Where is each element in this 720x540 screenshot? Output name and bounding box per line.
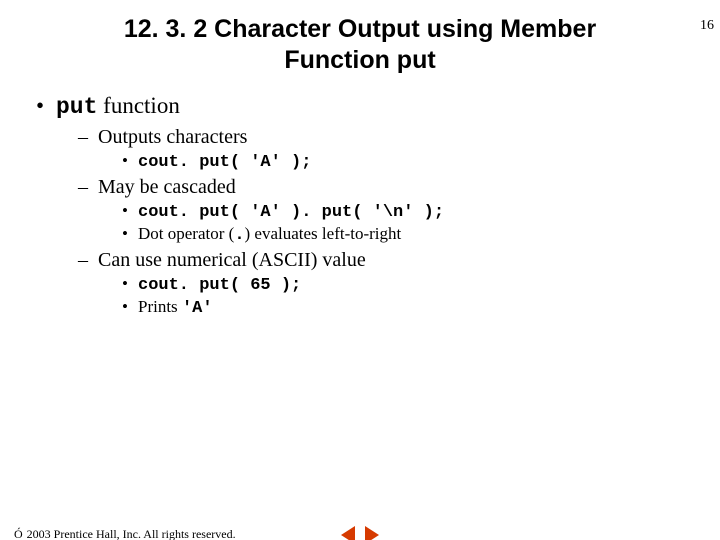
bullet-text: Outputs characters [98,126,247,149]
copyright-text: 2003 Prentice Hall, Inc. All rights rese… [27,527,236,540]
bullet-level3: • Prints 'A' [122,297,720,318]
copyright: Ó 2003 Prentice Hall, Inc. All rights re… [14,527,236,540]
bullet-dot-icon: • [122,297,138,317]
code-line: cout. put( 65 ); [138,276,301,295]
bullet-level2: – Can use numerical (ASCII) value [78,249,720,272]
bullet-dot-icon: • [122,201,138,221]
bullet-dot-icon: • [122,151,138,171]
code-inline: . [234,226,244,245]
bullet-text: May be cascaded [98,176,236,199]
bullet-level3: • Dot operator (.) evaluates left-to-rig… [122,224,720,245]
bullet-level2: – May be cascaded [78,176,720,199]
prev-arrow-icon[interactable] [341,526,355,540]
next-arrow-icon[interactable] [365,526,379,540]
nav-arrows [341,526,379,540]
code-line: cout. put( 'A' ); [138,153,311,172]
bullet-level3: • cout. put( 65 ); [122,274,720,295]
bullet-level1: • put function [36,93,720,120]
bullet-dot-icon: • [122,224,138,244]
text-inline: Dot operator ( [138,224,234,243]
page-number: 16 [700,18,714,34]
bullet-text: put function [56,93,180,120]
text-inline: function [97,93,179,118]
code-line: cout. put( 'A' ). put( '\n' ); [138,203,444,222]
text-inline: Prints [138,297,182,316]
slide-body: • put function – Outputs characters • co… [0,93,720,318]
bullet-dot-icon: • [36,93,56,119]
bullet-text: Prints 'A' [138,297,213,318]
bullet-dot-icon: • [122,274,138,294]
slide-title: 12. 3. 2 Character Output using Member F… [0,14,720,77]
bullet-level3: • cout. put( 'A' ). put( '\n' ); [122,201,720,222]
copyright-symbol: Ó [14,527,23,540]
code-inline: put [56,94,97,120]
bullet-text: Can use numerical (ASCII) value [98,249,366,272]
bullet-text: Dot operator (.) evaluates left-to-right [138,224,401,245]
text-inline: ) evaluates left-to-right [245,224,402,243]
dash-icon: – [78,126,98,149]
dash-icon: – [78,249,98,272]
dash-icon: – [78,176,98,199]
code-inline: 'A' [182,299,213,318]
bullet-level3: • cout. put( 'A' ); [122,151,720,172]
footer: Ó 2003 Prentice Hall, Inc. All rights re… [14,527,706,540]
bullet-level2: – Outputs characters [78,126,720,149]
